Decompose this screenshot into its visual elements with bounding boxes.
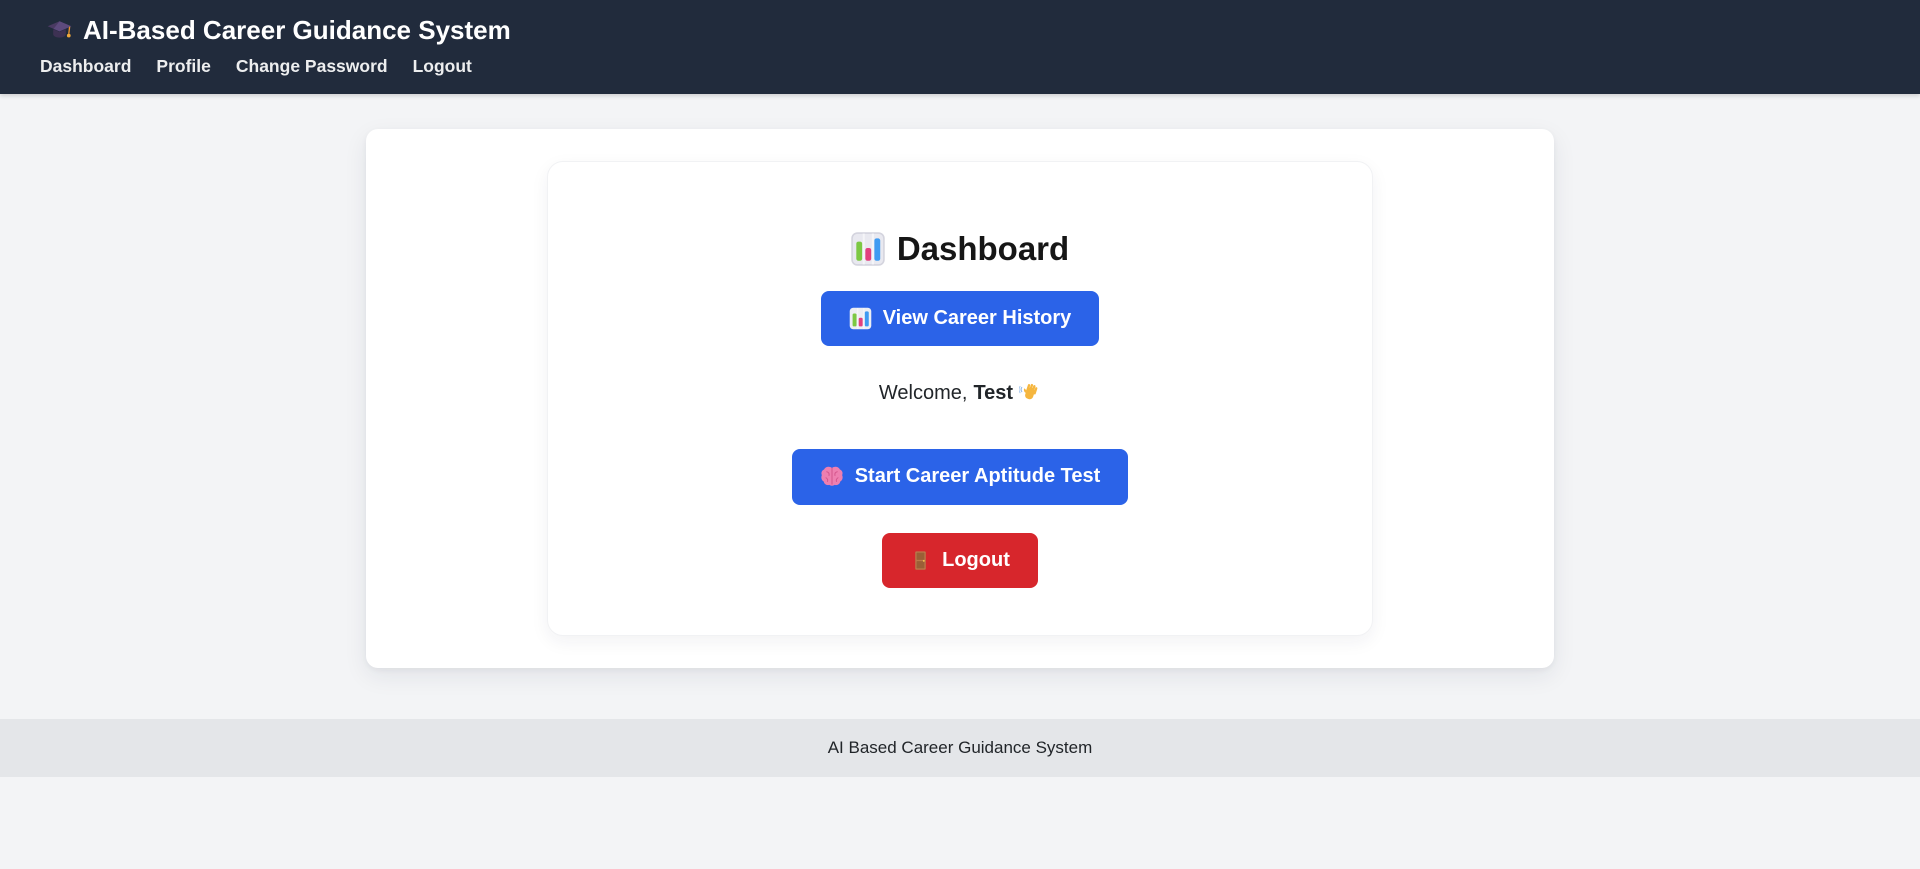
bar-chart-icon [849,307,872,330]
nav-links: Dashboard Profile Change Password Logout [40,56,1880,77]
footer-text: AI Based Career Guidance System [827,737,1093,757]
brand-title: AI-Based Career Guidance System [83,15,511,45]
nav-link-change-password[interactable]: Change Password [236,56,388,77]
start-aptitude-test-button[interactable]: Start Career Aptitude Test [791,448,1129,505]
nav-link-profile[interactable]: Profile [156,56,210,77]
content-card: Dashboard View Career History Welcome, T… [366,129,1554,668]
logout-button[interactable]: Logout [882,532,1038,588]
dashboard-card: Dashboard View Career History Welcome, T… [547,161,1373,636]
welcome-username: Test [973,381,1014,404]
top-navbar: AI-Based Career Guidance System Dashboar… [0,0,1920,94]
brand: AI-Based Career Guidance System [46,15,1880,46]
view-career-history-button[interactable]: View Career History [820,290,1100,346]
welcome-message: Welcome, Test [588,382,1332,405]
logout-label: Logout [942,548,1010,571]
page-title: Dashboard [588,230,1332,268]
bar-chart-icon [851,232,885,266]
start-aptitude-test-label: Start Career Aptitude Test [854,465,1101,488]
nav-link-dashboard[interactable]: Dashboard [40,56,131,77]
page-footer: AI Based Career Guidance System [0,718,1920,777]
main-content: Dashboard View Career History Welcome, T… [0,94,1920,668]
view-career-history-label: View Career History [882,306,1072,329]
graduation-cap-icon [46,17,73,44]
waving-hand-icon [1019,382,1041,404]
brain-icon [820,465,844,489]
door-icon [910,550,931,571]
nav-link-logout[interactable]: Logout [413,56,472,77]
welcome-prefix: Welcome, [878,381,968,404]
page-title-text: Dashboard [896,230,1070,267]
